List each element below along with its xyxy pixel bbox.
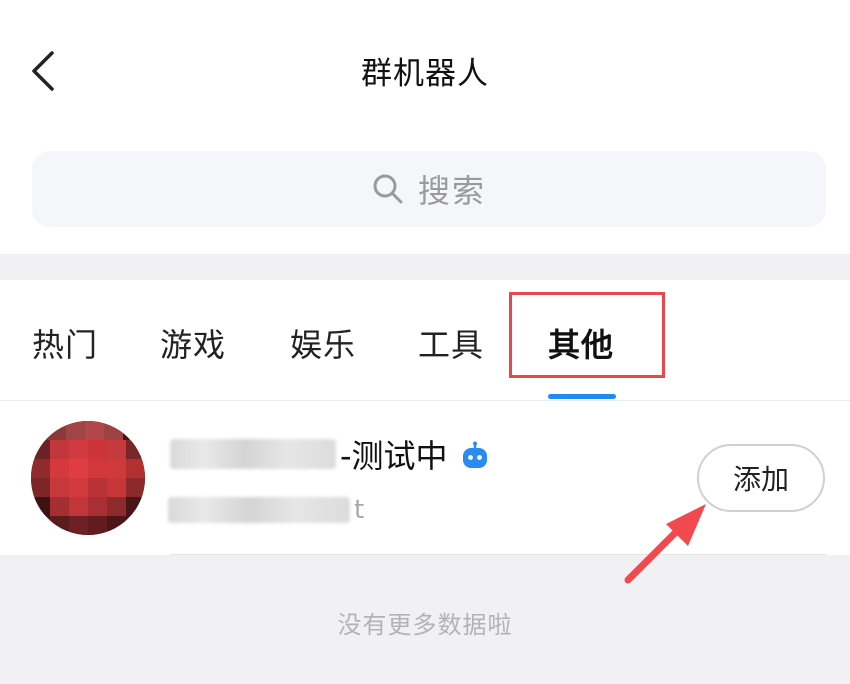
search-input[interactable]: 搜索 xyxy=(32,151,826,227)
avatar xyxy=(31,421,145,535)
no-more-data-text: 没有更多数据啦 xyxy=(337,611,513,639)
bot-description: t xyxy=(168,495,364,525)
tab-games[interactable]: 游戏 xyxy=(160,320,226,366)
add-button[interactable]: 添加 xyxy=(697,444,825,512)
redacted-description xyxy=(168,497,350,523)
tab-other[interactable]: 其他 xyxy=(548,320,614,366)
tab-entertainment[interactable]: 娱乐 xyxy=(290,320,356,366)
robot-icon xyxy=(462,441,487,468)
search-icon xyxy=(373,174,403,204)
page-title: 群机器人 xyxy=(361,56,489,92)
bot-description-text: t xyxy=(354,495,365,525)
bot-name-text: -测试中 xyxy=(340,437,448,475)
tab-hot[interactable]: 热门 xyxy=(32,320,98,366)
header: 群机器人 xyxy=(0,0,850,140)
category-tabs: 热门 游戏 娱乐 工具 其他 xyxy=(0,280,850,401)
section-separator xyxy=(0,254,850,280)
list-footer: 没有更多数据啦 xyxy=(0,555,850,684)
redacted-name xyxy=(170,439,336,469)
active-tab-indicator xyxy=(548,394,616,399)
bot-name: -测试中 xyxy=(170,431,490,477)
tab-tools[interactable]: 工具 xyxy=(418,320,484,366)
search-placeholder: 搜索 xyxy=(417,172,486,210)
